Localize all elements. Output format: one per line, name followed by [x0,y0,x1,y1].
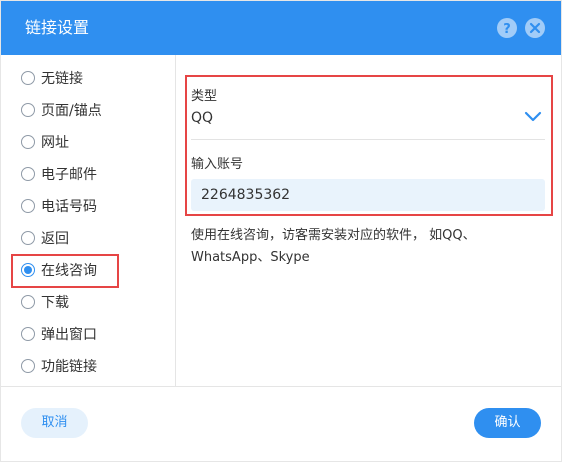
footer-divider [1,386,561,387]
link-type-label: 功能链接 [41,359,97,375]
link-type-function[interactable]: 功能链接 [21,356,97,376]
radio-button[interactable] [21,295,35,309]
link-type-label: 网址 [41,135,69,151]
link-type-url[interactable]: 网址 [21,132,69,152]
link-type-none[interactable]: 无链接 [21,68,83,88]
link-type-email[interactable]: 电子邮件 [21,164,97,184]
link-type-back[interactable]: 返回 [21,228,69,248]
close-button[interactable] [525,18,545,38]
link-type-label: 返回 [41,231,69,247]
dialog-header: 链接设置 ? [1,1,561,55]
radio-button[interactable] [21,199,35,213]
hint-text: 使用在线咨询，访客需安装对应的软件， 如QQ、 WhatsApp、Skype [191,225,541,269]
link-type-label: 电子邮件 [41,167,97,183]
radio-button[interactable] [21,135,35,149]
settings-highlight-box [185,75,553,216]
link-type-page-anchor[interactable]: 页面/锚点 [21,100,102,120]
cancel-button[interactable]: 取消 [21,408,88,438]
hint-line: 使用在线咨询，访客需安装对应的软件， 如QQ、 [191,228,476,243]
link-type-label: 电话号码 [41,199,97,215]
svg-text:?: ? [503,22,511,37]
link-type-label: 无链接 [41,71,83,87]
radio-button[interactable] [21,103,35,117]
link-type-phone[interactable]: 电话号码 [21,196,97,216]
close-icon [529,22,541,34]
radio-button[interactable] [21,71,35,85]
dialog-title: 链接设置 [25,18,90,37]
link-type-label: 弹出窗口 [41,327,97,343]
radio-button[interactable] [21,167,35,181]
help-button[interactable]: ? [497,18,517,38]
link-type-popup[interactable]: 弹出窗口 [21,324,97,344]
radio-button[interactable] [21,327,35,341]
hint-line: WhatsApp、Skype [191,250,310,265]
link-type-label: 下载 [41,295,69,311]
confirm-button[interactable]: 确认 [474,408,541,438]
radio-button[interactable] [21,359,35,373]
link-type-download[interactable]: 下载 [21,292,69,312]
question-icon: ? [503,22,511,37]
link-type-label: 页面/锚点 [41,103,102,119]
link-settings-dialog: 链接设置 ? 无链接 页面/锚点 网址 电子邮件 电话号码 返回 在线咨询 下载… [0,0,562,462]
radio-button[interactable] [21,231,35,245]
selection-highlight-box [11,254,119,288]
